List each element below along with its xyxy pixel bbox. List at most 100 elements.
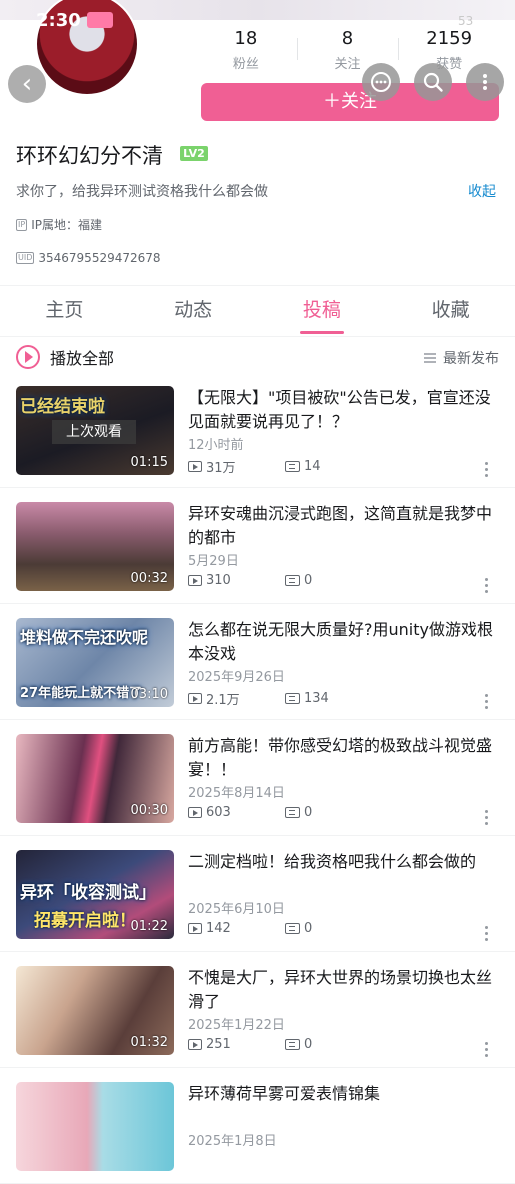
play-count-icon	[188, 807, 202, 818]
video-title[interactable]: 前方高能！带你感受幻塔的极致战斗视觉盛宴！！	[188, 734, 498, 782]
follow-button[interactable]: ＋关注	[201, 83, 499, 121]
danmaku-count: 0	[304, 573, 313, 588]
tab-home[interactable]: 主页	[0, 286, 129, 336]
play-count-icon	[188, 1039, 202, 1050]
video-item[interactable]: 堆料做不完还吹呢 27年能玩上就不错了 03:10 怎么都在说无限大质量好?用u…	[0, 604, 515, 720]
danmaku-count: 134	[304, 691, 329, 706]
resume-badge: 上次观看	[52, 420, 136, 444]
stat-number: 18	[234, 28, 258, 49]
play-all-label: 播放全部	[50, 349, 115, 368]
tab-favorites[interactable]: 收藏	[386, 286, 515, 336]
video-title[interactable]: 异环安魂曲沉浸式跑图，这简直就是我梦中的都市	[188, 502, 498, 550]
stat-number: 2159	[426, 28, 473, 49]
video-thumbnail[interactable]: 01:32	[16, 966, 174, 1055]
danmaku-icon	[285, 461, 300, 472]
danmaku-count: 0	[304, 805, 313, 820]
search-icon	[423, 72, 443, 92]
more-button[interactable]	[466, 63, 504, 101]
play-all-button[interactable]: 播放全部	[16, 345, 114, 369]
view-count: 310	[206, 573, 231, 588]
video-date: 2025年1月22日	[188, 1018, 285, 1033]
thumbnail-caption: 堆料做不完还吹呢	[20, 628, 149, 647]
profile-stats: 18 粉丝 8 关注 2159 获赞	[195, 28, 500, 74]
video-title[interactable]: 异环薄荷早雾可爱表情锦集	[188, 1082, 498, 1106]
list-icon	[424, 353, 436, 363]
video-date: 5月29日	[188, 554, 239, 569]
danmaku-icon	[285, 1039, 300, 1050]
sort-label: 最新发布	[443, 351, 499, 367]
view-count: 142	[206, 921, 231, 936]
danmaku-icon	[285, 575, 300, 586]
view-count: 251	[206, 1037, 231, 1052]
video-date: 2025年1月8日	[188, 1134, 277, 1149]
collapse-link[interactable]: 收起	[468, 181, 496, 201]
danmaku-count: 0	[304, 1037, 313, 1052]
view-count: 603	[206, 805, 231, 820]
video-meta: 142 0	[188, 921, 312, 936]
more-icon[interactable]	[485, 462, 489, 477]
video-thumbnail[interactable]: 已经结束啦 上次观看 01:15	[16, 386, 174, 475]
back-button[interactable]: ‹	[8, 65, 46, 103]
play-circle-icon	[16, 345, 40, 369]
sort-button[interactable]: 最新发布	[423, 348, 499, 368]
video-thumbnail[interactable]: 00:30	[16, 734, 174, 823]
video-item[interactable]: 已经结束啦 上次观看 01:15 【无限大】"项目被砍"公告已发，官宣还没见面就…	[0, 372, 515, 488]
play-count-icon	[188, 461, 202, 472]
more-vertical-icon	[483, 74, 487, 90]
more-icon[interactable]	[485, 1042, 489, 1057]
danmaku-count: 0	[304, 921, 313, 936]
location-icon: IP	[16, 218, 28, 231]
video-item[interactable]: 异环「收容测试」 招募开启啦！ 01:22 二测定档啦！给我资格吧我什么都会做的…	[0, 836, 515, 952]
username: 环环幻幻分不清	[16, 144, 163, 168]
video-title[interactable]: 不愧是大厂，异环大世界的场景切换也太丝滑了	[188, 966, 498, 1014]
chat-bubble-icon	[371, 72, 391, 92]
video-meta: 251 0	[188, 1037, 312, 1052]
tab-uploads[interactable]: 投稿	[258, 286, 387, 336]
video-title[interactable]: 二测定档啦！给我资格吧我什么都会做的	[188, 850, 498, 874]
ip-location: IP IP属地：福建	[16, 216, 102, 233]
video-thumbnail[interactable]: 堆料做不完还吹呢 27年能玩上就不错了 03:10	[16, 618, 174, 707]
search-button[interactable]	[414, 63, 452, 101]
more-icon[interactable]	[485, 810, 489, 825]
duration: 01:32	[130, 1035, 168, 1050]
video-thumbnail[interactable]	[16, 1082, 174, 1171]
video-meta: 31万 14	[188, 457, 321, 476]
ip-text: IP属地：福建	[31, 218, 102, 232]
video-list: 已经结束啦 上次观看 01:15 【无限大】"项目被砍"公告已发，官宣还没见面就…	[0, 372, 515, 1184]
duration: 00:32	[130, 571, 168, 586]
video-item[interactable]: 00:32 异环安魂曲沉浸式跑图，这简直就是我梦中的都市 5月29日 310 0	[0, 488, 515, 604]
duration: 01:15	[130, 455, 168, 470]
video-item[interactable]: 异环薄荷早雾可爱表情锦集 2025年1月8日	[0, 1068, 515, 1184]
more-icon[interactable]	[485, 578, 489, 593]
thumbnail-caption: 异环「收容测试」	[20, 883, 156, 903]
play-count-icon	[188, 693, 202, 704]
video-meta: 2.1万 134	[188, 689, 329, 708]
view-count: 31万	[206, 461, 236, 476]
play-count-icon	[188, 575, 202, 586]
stat-followers[interactable]: 18 粉丝	[195, 28, 297, 74]
uid-text[interactable]: 3546795529472678	[38, 251, 160, 265]
more-icon[interactable]	[485, 694, 489, 709]
video-date: 2025年6月10日	[188, 902, 285, 917]
level-badge: LV2	[180, 146, 208, 161]
video-thumbnail[interactable]: 异环「收容测试」 招募开启啦！ 01:22	[16, 850, 174, 939]
video-date: 12小时前	[188, 438, 244, 453]
uid-icon: UID	[16, 252, 35, 264]
view-count: 2.1万	[206, 693, 240, 708]
play-count-icon	[188, 923, 202, 934]
stat-label: 粉丝	[232, 57, 259, 72]
profile-tabs: 主页 动态 投稿 收藏	[0, 285, 515, 337]
video-item[interactable]: 00:30 前方高能！带你感受幻塔的极致战斗视觉盛宴！！ 2025年8月14日 …	[0, 720, 515, 836]
more-icon[interactable]	[485, 926, 489, 941]
video-title[interactable]: 【无限大】"项目被砍"公告已发，官宣还没见面就要说再见了！？	[188, 386, 498, 434]
video-item[interactable]: 01:32 不愧是大厂，异环大世界的场景切换也太丝滑了 2025年1月22日 2…	[0, 952, 515, 1068]
message-button[interactable]	[362, 63, 400, 101]
video-title[interactable]: 怎么都在说无限大质量好?用unity做游戏根本没戏	[188, 618, 498, 666]
video-date: 2025年8月14日	[188, 786, 285, 801]
tab-dynamic[interactable]: 动态	[129, 286, 258, 336]
video-thumbnail[interactable]: 00:32	[16, 502, 174, 591]
danmaku-icon	[285, 693, 300, 704]
chevron-left-icon: ‹	[21, 69, 33, 99]
video-date: 2025年9月26日	[188, 670, 285, 685]
uid: UID 3546795529472678	[16, 251, 161, 265]
